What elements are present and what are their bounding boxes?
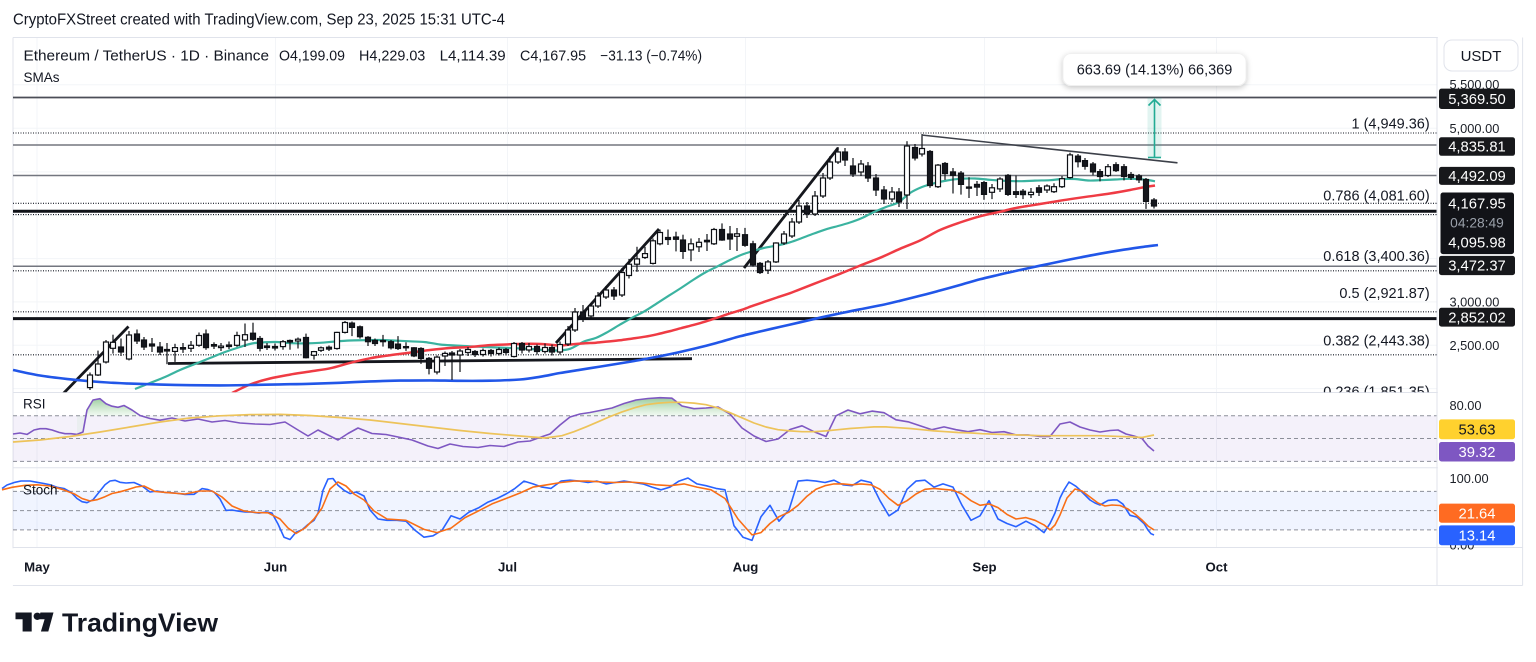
- svg-text:Aug: Aug: [733, 560, 759, 575]
- svg-text:4,095.98: 4,095.98: [1448, 236, 1506, 252]
- svg-text:0.5 (2,921.87): 0.5 (2,921.87): [1339, 286, 1429, 302]
- svg-text:H4,229.03: H4,229.03: [359, 49, 425, 65]
- svg-text:L4,114.39: L4,114.39: [440, 49, 506, 65]
- svg-text:5,000.00: 5,000.00: [1450, 121, 1500, 136]
- svg-text:TradingView: TradingView: [62, 608, 219, 638]
- svg-text:Ethereum / TetherUS · 1D · Bin: Ethereum / TetherUS · 1D · Binance: [24, 49, 270, 65]
- svg-text:53.63: 53.63: [1458, 423, 1495, 439]
- svg-text:4,167.95: 4,167.95: [1448, 197, 1506, 213]
- svg-text:2,500.00: 2,500.00: [1450, 338, 1500, 353]
- svg-text:Oct: Oct: [1206, 560, 1229, 575]
- svg-text:39.32: 39.32: [1458, 445, 1495, 461]
- svg-text:SMAs: SMAs: [24, 70, 60, 85]
- svg-text:C4,167.95: C4,167.95: [520, 49, 586, 65]
- svg-text:O4,199.09: O4,199.09: [279, 49, 345, 65]
- svg-text:0.382 (2,443.38): 0.382 (2,443.38): [1323, 334, 1429, 350]
- svg-text:3,472.37: 3,472.37: [1448, 259, 1506, 275]
- svg-text:RSI: RSI: [23, 397, 46, 412]
- svg-text:4,492.09: 4,492.09: [1448, 169, 1506, 185]
- svg-text:5,369.50: 5,369.50: [1448, 92, 1506, 108]
- svg-text:Jun: Jun: [264, 560, 287, 575]
- svg-text:May: May: [24, 560, 50, 575]
- svg-text:04:28:49: 04:28:49: [1450, 215, 1504, 230]
- svg-text:3,000.00: 3,000.00: [1450, 294, 1500, 309]
- svg-text:Jul: Jul: [498, 560, 517, 575]
- svg-text:1 (4,949.36): 1 (4,949.36): [1351, 117, 1429, 133]
- svg-text:USDT: USDT: [1461, 48, 1502, 65]
- svg-text:0.618 (3,400.36): 0.618 (3,400.36): [1323, 249, 1429, 265]
- svg-text:4,835.81: 4,835.81: [1448, 140, 1506, 156]
- svg-text:80.00: 80.00: [1450, 398, 1482, 413]
- svg-text:2,852.02: 2,852.02: [1448, 310, 1506, 326]
- svg-text:−31.13 (−0.74%): −31.13 (−0.74%): [600, 49, 702, 65]
- svg-text:663.69 (14.13%) 66,369: 663.69 (14.13%) 66,369: [1077, 63, 1233, 79]
- svg-text:Stoch: Stoch: [23, 483, 58, 498]
- svg-text:100.00: 100.00: [1450, 471, 1489, 486]
- svg-text:0.786 (4,081.60): 0.786 (4,081.60): [1323, 189, 1429, 205]
- svg-text:CryptoFXStreet created with Tr: CryptoFXStreet created with TradingView.…: [13, 12, 505, 29]
- svg-text:21.64: 21.64: [1458, 506, 1495, 522]
- svg-text:Sep: Sep: [972, 560, 996, 575]
- svg-text:13.14: 13.14: [1458, 529, 1495, 545]
